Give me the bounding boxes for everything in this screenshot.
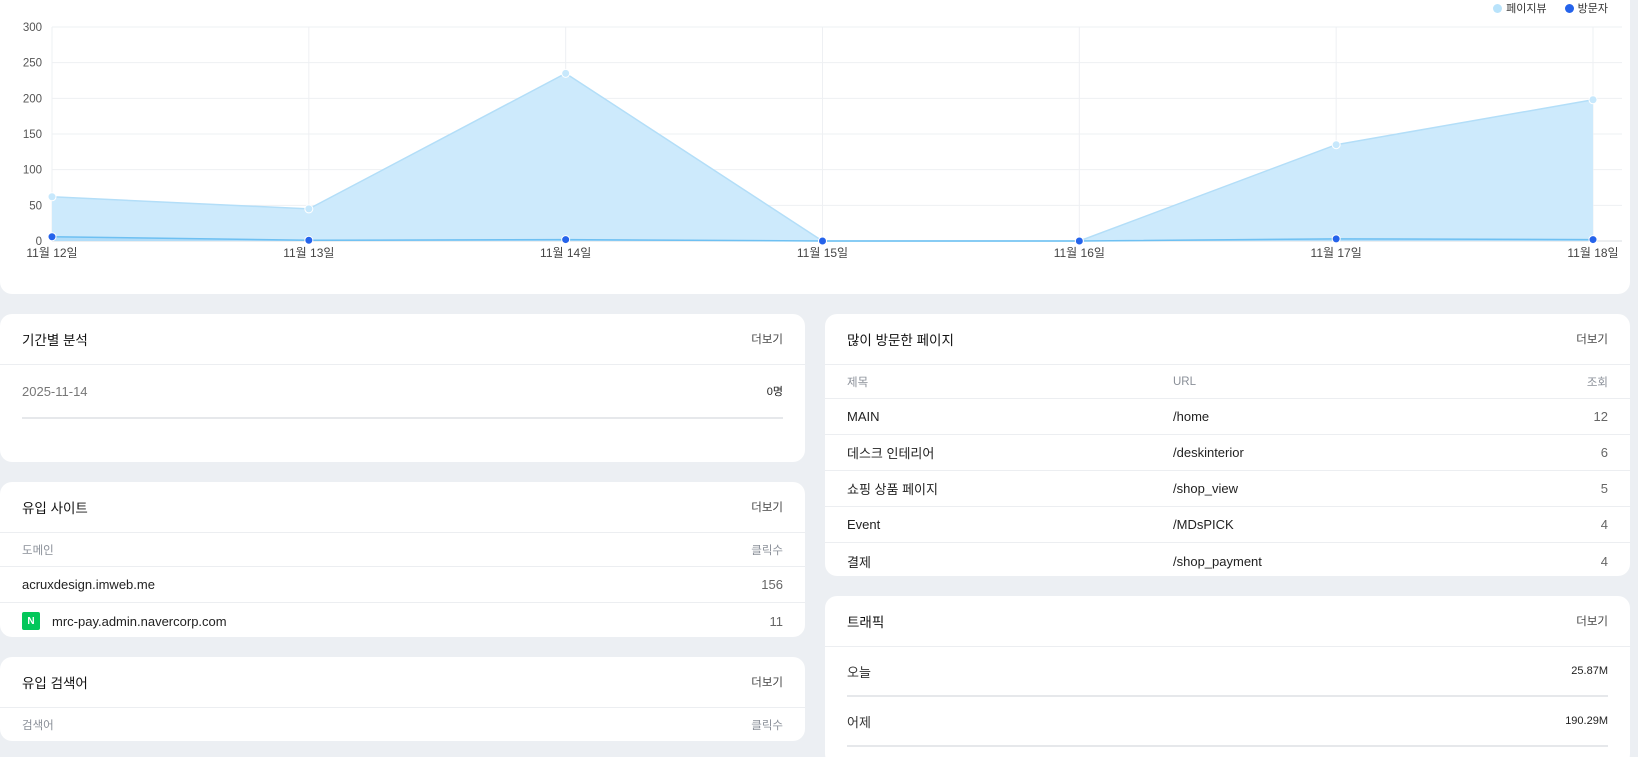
pages-table-header: 제목 URL 조회: [825, 365, 1630, 399]
referrer-table-header: 도메인 클릭수: [0, 533, 805, 567]
referrer-domain: acruxdesign.imweb.me: [22, 577, 155, 592]
page-title-cell: 결제: [847, 554, 871, 570]
page-views-cell: 12: [1593, 409, 1608, 424]
page-views-cell: 5: [1600, 481, 1608, 496]
top-pages-card: 많이 방문한 페이지 더보기 제목 URL 조회 MAIN /home 12 데…: [825, 314, 1630, 576]
period-date: 2025-11-14: [22, 383, 88, 399]
search-keywords-title: 유입 검색어: [22, 676, 88, 691]
period-analysis-title: 기간별 분석: [22, 333, 88, 348]
traffic-value: 25.87M: [1571, 665, 1608, 677]
referrer-clicks: 11: [769, 613, 784, 629]
period-visitor-count: 0명: [766, 386, 783, 398]
traffic-title: 트래픽: [847, 615, 885, 630]
y-tick-label: 200: [23, 93, 42, 105]
top-pages-header: 많이 방문한 페이지 더보기: [825, 314, 1630, 365]
col-url-header: URL: [1173, 375, 1197, 388]
data-point-pageviews: [1331, 140, 1341, 150]
traffic-card: 트래픽 더보기 오늘 25.87M 어제 190.29M: [825, 596, 1630, 757]
col-domain-header: 도메인: [22, 544, 54, 557]
page-title-cell: Event: [847, 517, 881, 532]
referrer-sites-more-link[interactable]: 더보기: [751, 499, 783, 515]
page-title-cell: 데스크 인테리어: [847, 446, 935, 461]
page-views-cell: 6: [1600, 445, 1608, 460]
col-keyword-header: 검색어: [22, 720, 54, 732]
traffic-label: 오늘: [847, 664, 871, 680]
page-title-cell: MAIN: [847, 409, 880, 424]
referrer-domain-cell: N mrc-pay.admin.navercorp.com: [22, 612, 227, 630]
data-point-visitors: [561, 235, 571, 245]
visitor-chart-card: 페이지뷰 방문자 0 50 100 150 200 250 300 11월 12일 11월 13…: [0, 0, 1630, 294]
page-url-cell: /home: [1173, 409, 1210, 424]
page-title-cell: 쇼핑 상품 페이지: [847, 482, 938, 497]
top-pages-title: 많이 방문한 페이지: [847, 333, 954, 348]
referrer-clicks: 156: [761, 577, 783, 592]
data-point-visitors: [304, 235, 314, 245]
referrer-sites-card: 유입 사이트 더보기 도메인 클릭수 acruxdesign.imweb.me …: [0, 482, 805, 637]
data-point-visitors: [1074, 236, 1084, 246]
y-tick-label: 50: [29, 200, 42, 212]
y-tick-label: 150: [23, 129, 42, 141]
data-point-pageviews: [304, 204, 314, 214]
traffic-row-yesterday: 어제 190.29M: [847, 697, 1608, 747]
period-analysis-header: 기간별 분석 더보기: [0, 314, 805, 365]
x-tick-label: 11월 17일: [1311, 246, 1362, 260]
col-title-header: 제목: [847, 376, 869, 389]
x-tick-label: 11월 12일: [26, 246, 77, 260]
top-pages-more-link[interactable]: 더보기: [1576, 331, 1608, 347]
x-tick-label: 11월 18일: [1567, 246, 1618, 260]
col-views-header: 조회: [1586, 376, 1608, 389]
table-row[interactable]: Event /MDsPICK 4: [825, 507, 1630, 543]
table-row[interactable]: acruxdesign.imweb.me 156: [0, 567, 805, 603]
col-clicks-header: 클릭수: [751, 544, 783, 557]
keyword-table-header: 검색어 클릭수: [0, 708, 805, 741]
search-keywords-card: 유입 검색어 더보기 검색어 클릭수: [0, 657, 805, 741]
table-row[interactable]: N mrc-pay.admin.navercorp.com 11: [0, 603, 805, 637]
page-url-cell: /shop_payment: [1173, 553, 1262, 569]
table-row[interactable]: 데스크 인테리어 /deskinterior 6: [825, 435, 1630, 471]
period-analysis-card: 기간별 분석 더보기 2025-11-14 0명: [0, 314, 805, 462]
table-row[interactable]: 결제 /shop_payment 4: [825, 543, 1630, 576]
naver-icon: N: [22, 612, 40, 630]
referrer-domain: mrc-pay.admin.navercorp.com: [52, 613, 227, 629]
data-point-visitors: [818, 236, 827, 246]
data-point-pageviews: [47, 192, 57, 202]
x-tick-label: 11월 14일: [540, 246, 591, 260]
page-url-cell: /MDsPICK: [1173, 517, 1234, 532]
data-point-visitors: [1588, 235, 1598, 245]
page-url-cell: /shop_view: [1173, 481, 1239, 496]
referrer-sites-header: 유입 사이트 더보기: [0, 482, 805, 533]
page-views-cell: 4: [1600, 553, 1608, 569]
search-keywords-more-link[interactable]: 더보기: [751, 674, 783, 690]
x-tick-label: 11월 15일: [797, 246, 848, 260]
y-tick-label: 100: [23, 165, 42, 177]
traffic-label: 어제: [847, 714, 871, 730]
x-tick-label: 11월 16일: [1054, 246, 1105, 260]
page-views-cell: 4: [1600, 517, 1608, 532]
data-point-visitors: [1331, 234, 1341, 244]
traffic-row-today: 오늘 25.87M: [847, 647, 1608, 697]
period-analysis-more-link[interactable]: 더보기: [751, 331, 783, 347]
x-tick-label: 11월 13일: [283, 246, 334, 260]
search-keywords-header: 유입 검색어 더보기: [0, 657, 805, 708]
traffic-more-link[interactable]: 더보기: [1576, 613, 1608, 629]
table-row[interactable]: 쇼핑 상품 페이지 /shop_view 5: [825, 471, 1630, 507]
referrer-sites-title: 유입 사이트: [22, 501, 88, 516]
data-point-pageviews: [1588, 95, 1598, 105]
col-clicks-header: 클릭수: [751, 720, 783, 732]
page-url-cell: /deskinterior: [1173, 445, 1244, 460]
area-chart: 05010015020025030011월 12일 11월 13일 11월 14일 1…: [23, 22, 1622, 260]
period-row: 2025-11-14 0명: [22, 365, 783, 419]
traffic-value: 190.29M: [1565, 715, 1608, 727]
table-row[interactable]: MAIN /home 12: [825, 399, 1630, 435]
y-tick-label: 300: [23, 22, 42, 34]
data-point-pageviews: [561, 68, 571, 78]
y-tick-label: 250: [23, 58, 42, 70]
traffic-header: 트래픽 더보기: [825, 596, 1630, 647]
data-point-visitors: [47, 232, 57, 242]
